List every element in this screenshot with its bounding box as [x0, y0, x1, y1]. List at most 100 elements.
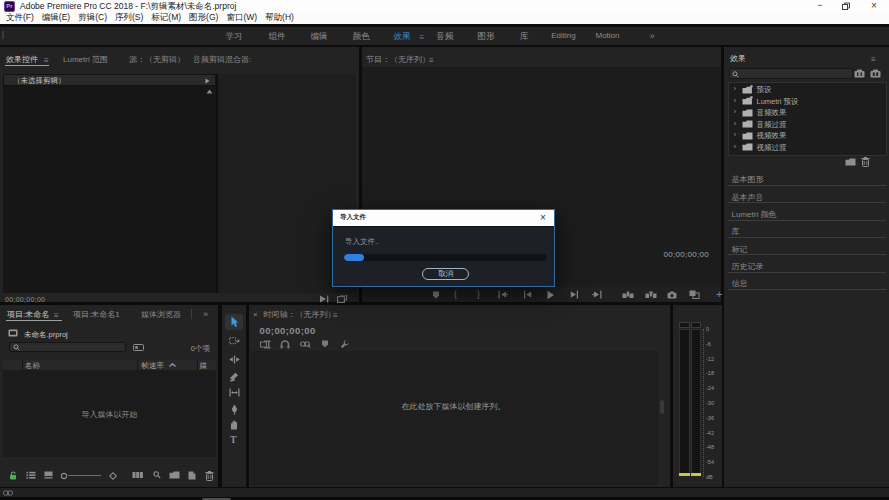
import-dialog-close-icon[interactable]: ×: [536, 210, 550, 226]
menu-file[interactable]: 文件(F): [6, 12, 34, 24]
minimize-button[interactable]: −: [813, 0, 827, 13]
new-preset-bin-icon[interactable]: [870, 69, 881, 78]
project-tabs-overflow-chevron[interactable]: »: [203, 309, 208, 319]
tab-project-1[interactable]: 项目:未命名1: [73, 310, 120, 320]
workspace-tab-motion[interactable]: Motion: [587, 30, 628, 42]
linked-selection-icon[interactable]: [300, 339, 311, 349]
find-icon[interactable]: [153, 471, 161, 479]
timeline-settings-wrench-icon[interactable]: [340, 339, 350, 349]
project-writable-icon[interactable]: [9, 471, 18, 480]
tree-item-audio-transitions[interactable]: › 音频过渡: [729, 118, 887, 130]
new-bin-icon[interactable]: [169, 471, 180, 479]
tab-effects[interactable]: 效果: [730, 54, 746, 64]
program-menu-icon[interactable]: ≡: [429, 56, 434, 66]
workspace-tab-library[interactable]: 库: [506, 30, 542, 42]
workspace-tab-graphics[interactable]: 图形: [468, 30, 504, 42]
tree-item-audio-effects[interactable]: › 音频效果: [729, 107, 887, 119]
tab-program-monitor[interactable]: 节目：（无序列）: [366, 55, 430, 65]
collapsed-panel-info[interactable]: 信息: [724, 273, 889, 290]
tab-source-monitor[interactable]: 源：（无剪辑）: [129, 55, 185, 65]
lift-icon[interactable]: [622, 291, 634, 299]
column-name[interactable]: 名称: [25, 361, 40, 370]
project-file-name[interactable]: 未命名.prproj: [24, 330, 68, 339]
tree-item-lumetri-presets[interactable]: › Lumetri 预设: [729, 95, 887, 107]
tab-project[interactable]: 项目:未命名: [7, 310, 49, 320]
tab-media-browser[interactable]: 媒体浏览器: [141, 310, 181, 320]
extract-icon[interactable]: [645, 291, 657, 299]
menu-clip[interactable]: 剪辑(C): [78, 12, 107, 24]
menu-sequence[interactable]: 序列(S): [115, 12, 143, 24]
timeline-scrollbar[interactable]: [660, 400, 664, 414]
toggle-write-keyframes-icon[interactable]: [337, 295, 347, 303]
project-list-area[interactable]: 导入媒体以开始: [3, 370, 216, 457]
tab-timeline[interactable]: 时间轴：（无序列）: [264, 310, 336, 320]
expander-icon[interactable]: ›: [734, 130, 737, 140]
step-forward-icon[interactable]: [570, 290, 579, 299]
new-bin-icon[interactable]: [845, 158, 856, 166]
panel-close-icon[interactable]: ×: [253, 310, 258, 320]
tab-lumetri-scopes[interactable]: Lumetri 范围: [63, 55, 108, 65]
go-to-out-icon[interactable]: [592, 290, 602, 299]
new-custom-bin-icon[interactable]: [854, 69, 865, 78]
new-item-icon[interactable]: [188, 471, 196, 480]
expander-icon[interactable]: ›: [734, 107, 737, 117]
step-back-icon[interactable]: [523, 290, 532, 299]
slip-tool[interactable]: [229, 388, 240, 397]
mark-in-icon[interactable]: {: [454, 289, 457, 299]
menu-help[interactable]: 帮助(H): [265, 12, 294, 24]
export-frame-icon[interactable]: [667, 291, 677, 299]
collapsed-panel-history[interactable]: 历史记录: [724, 255, 889, 272]
automate-to-sequence-icon[interactable]: [132, 471, 144, 479]
workspace-tab-learning[interactable]: 学习: [216, 30, 252, 42]
mark-out-icon[interactable]: }: [477, 289, 480, 299]
timeline-drop-area[interactable]: 在此处放下媒体以创建序列。: [250, 351, 658, 486]
effects-menu-icon[interactable]: ≡: [871, 55, 876, 65]
razor-tool[interactable]: [229, 372, 239, 382]
tree-item-presets[interactable]: › 预设: [729, 84, 887, 96]
workspace-tab-assembly[interactable]: 组件: [259, 30, 295, 42]
track-select-tool[interactable]: [229, 337, 240, 345]
tree-item-partial[interactable]: ›: [729, 153, 887, 156]
comparison-view-icon[interactable]: [689, 290, 700, 299]
sort-icon[interactable]: [109, 472, 117, 480]
menu-edit[interactable]: 编辑(E): [42, 12, 70, 24]
selection-tool[interactable]: [230, 316, 239, 328]
icon-view-icon[interactable]: [44, 471, 53, 479]
cancel-button[interactable]: 取消: [422, 268, 469, 280]
snap-magnet-icon[interactable]: [280, 340, 290, 349]
tree-item-video-effects[interactable]: › 视频效果: [729, 130, 887, 142]
column-media-truncated[interactable]: 媒: [200, 361, 208, 370]
effects-search-input[interactable]: [729, 68, 853, 79]
insert-nested-sequence-icon[interactable]: [260, 340, 271, 349]
type-tool[interactable]: T: [230, 434, 237, 445]
workspace-tab-menu-icon[interactable]: ≡: [417, 31, 427, 43]
play-audio-only-icon[interactable]: [319, 295, 329, 303]
scroll-up-icon[interactable]: [206, 89, 213, 94]
close-button[interactable]: ×: [867, 0, 881, 13]
collapsed-panel-essential-graphics[interactable]: 基本图形: [724, 169, 889, 186]
zoom-slider-track[interactable]: [68, 475, 101, 476]
ripple-edit-tool[interactable]: [229, 355, 240, 364]
zoom-slider-knob-icon[interactable]: [60, 472, 68, 480]
go-to-in-icon[interactable]: [498, 290, 508, 299]
workspace-tab-effects[interactable]: 效果: [384, 30, 420, 42]
view-toggle-icon[interactable]: [133, 344, 144, 351]
clear-icon[interactable]: [205, 471, 214, 481]
workspace-tab-color[interactable]: 颜色: [343, 30, 379, 42]
menu-marker[interactable]: 标记(M): [151, 12, 181, 24]
delete-icon[interactable]: [861, 157, 870, 167]
import-dialog-titlebar[interactable]: 导入文件 ×: [333, 210, 554, 227]
tab-audio-clip-mixer[interactable]: 音频剪辑混合器:: [193, 55, 251, 65]
expander-icon[interactable]: ›: [734, 84, 737, 94]
sort-ascending-icon[interactable]: [169, 363, 176, 367]
play-icon[interactable]: [546, 290, 555, 300]
expander-icon[interactable]: ›: [734, 96, 737, 106]
timeline-timecode[interactable]: 00;00;00;00: [260, 325, 316, 336]
timeline-menu-icon[interactable]: ≡: [333, 311, 338, 321]
hand-tool[interactable]: [229, 420, 239, 430]
workspace-tab-audio[interactable]: 音频: [427, 30, 463, 42]
workspace-tab-editing[interactable]: Editing: [543, 30, 584, 42]
expander-icon[interactable]: ›: [734, 119, 737, 129]
add-marker-icon[interactable]: [321, 340, 329, 348]
workspace-overflow-chevron[interactable]: »: [645, 30, 659, 42]
